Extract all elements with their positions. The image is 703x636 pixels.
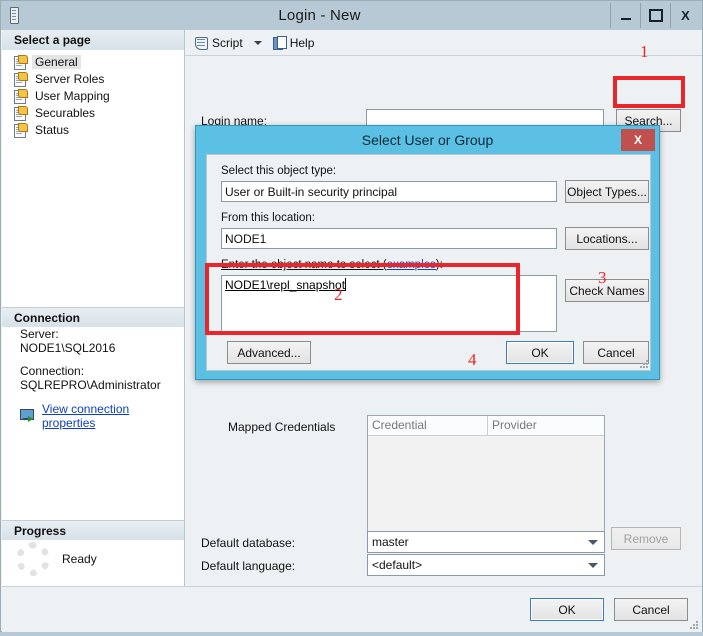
window-resize-grip[interactable] [688,619,698,629]
advanced-button[interactable]: Advanced... [227,341,311,364]
sidebar-item-label: Securables [35,105,96,120]
mapped-credentials-label: Mapped Credentials [228,420,336,434]
window-title: Login - New [278,7,361,24]
object-name-label: Enter the object name to select (example… [221,259,443,271]
server-value: NODE1\SQL2016 [20,341,116,355]
close-button[interactable]: X [670,3,700,28]
dialog-resize-grip[interactable] [638,358,648,368]
view-connection-properties-row[interactable]: View connection properties [20,402,184,430]
page-icon [14,88,28,104]
object-type-label: Select this object type: [221,165,337,177]
column-header-provider[interactable]: Provider [488,416,604,435]
page-icon [14,54,28,70]
help-button[interactable]: Help [269,32,319,54]
progress-status: Ready [62,552,97,566]
sidebar-item-label: Server Roles [35,71,105,86]
help-label: Help [289,35,315,50]
dialog-titlebar[interactable]: Select User or Group X [196,126,659,154]
location-label: From this location: [221,212,315,224]
object-type-input[interactable] [221,181,557,202]
location-input[interactable] [221,228,557,249]
sidebar-item-user-mapping[interactable]: User Mapping [12,87,184,104]
grid-header-row: Credential Provider [368,416,604,436]
window-ok-button[interactable]: OK [530,598,604,621]
page-icon [14,105,28,121]
script-button[interactable]: Script [190,32,247,54]
dialog-close-button[interactable]: X [621,129,655,151]
sidebar-item-server-roles[interactable]: Server Roles [12,70,184,87]
sidebar-item-general[interactable]: General [12,53,184,70]
sidebar-item-status[interactable]: Status [12,121,184,138]
default-database-label: Default database: [201,536,296,550]
page-toolbar: Script Help [185,30,702,56]
page-icon [14,122,28,138]
default-language-label: Default language: [201,559,296,573]
remove-button[interactable]: Remove [611,527,681,550]
minimize-button[interactable] [610,3,640,28]
object-name-value: NODE1\repl_snapshot [225,278,346,292]
progress-section-body: Ready [2,542,184,576]
connection-section-body: Server: NODE1\SQL2016 Connection: SQLREP… [2,327,184,430]
object-name-label-text: Enter the object name to select ( [221,259,387,271]
default-database-select[interactable]: master [367,531,605,553]
window-cancel-button[interactable]: Cancel [614,598,688,621]
sidebar-item-securables[interactable]: Securables [12,104,184,121]
maximize-button[interactable] [640,3,670,28]
window-footer: OK Cancel [2,586,702,632]
loading-spinner-icon [16,542,50,576]
window-controls: X [610,3,700,28]
script-icon [194,36,209,50]
window-titlebar[interactable]: Login - New X [1,1,702,30]
sidebar-item-label: User Mapping [35,88,110,103]
connection-value: SQLREPRO\Administrator [20,378,161,392]
dialog-body: Select this object type: Object Types...… [206,154,651,371]
mapped-credentials-grid[interactable]: Credential Provider [367,415,605,568]
check-names-button[interactable]: Check Names [565,279,649,302]
examples-link[interactable]: examples [387,259,436,271]
view-connection-properties-link[interactable]: View connection properties [42,402,184,430]
document-icon [1,1,27,30]
select-user-or-group-dialog: Select User or Group X Select this objec… [195,125,660,380]
chevron-down-icon [588,539,598,545]
text-cursor [345,278,347,291]
screen-root: Login - New X Select a page General Serv… [0,0,703,636]
page-sidebar: Select a page General Server Roles User … [2,30,185,631]
default-database-value: master [372,535,409,549]
column-header-credential[interactable]: Credential [368,416,488,435]
sidebar-item-label: General [32,54,81,69]
object-types-button[interactable]: Object Types... [565,180,649,203]
server-connection-icon [20,409,36,423]
sidebar-page-list: General Server Roles User Mapping Secura… [2,50,184,138]
object-name-input[interactable]: NODE1\repl_snapshot [221,275,557,332]
server-label: Server: [20,327,59,341]
minimize-icon [620,17,631,20]
chevron-down-icon[interactable] [253,40,262,45]
default-language-value: <default> [372,558,423,572]
connection-section-header: Connection [2,307,184,327]
chevron-down-icon [588,562,598,568]
default-language-select[interactable]: <default> [367,554,605,576]
sidebar-item-label: Status [35,122,70,137]
connection-label: Connection: [20,364,85,378]
progress-section-header: Progress [2,520,184,540]
sidebar-header: Select a page [2,30,184,50]
maximize-icon [648,9,663,22]
dialog-ok-button[interactable]: OK [506,341,574,364]
script-label: Script [212,35,243,50]
dialog-title: Select User or Group [361,132,494,148]
object-name-label-suffix: ): [435,259,443,271]
page-icon [14,71,28,87]
help-icon [272,35,287,50]
locations-button[interactable]: Locations... [565,227,649,250]
